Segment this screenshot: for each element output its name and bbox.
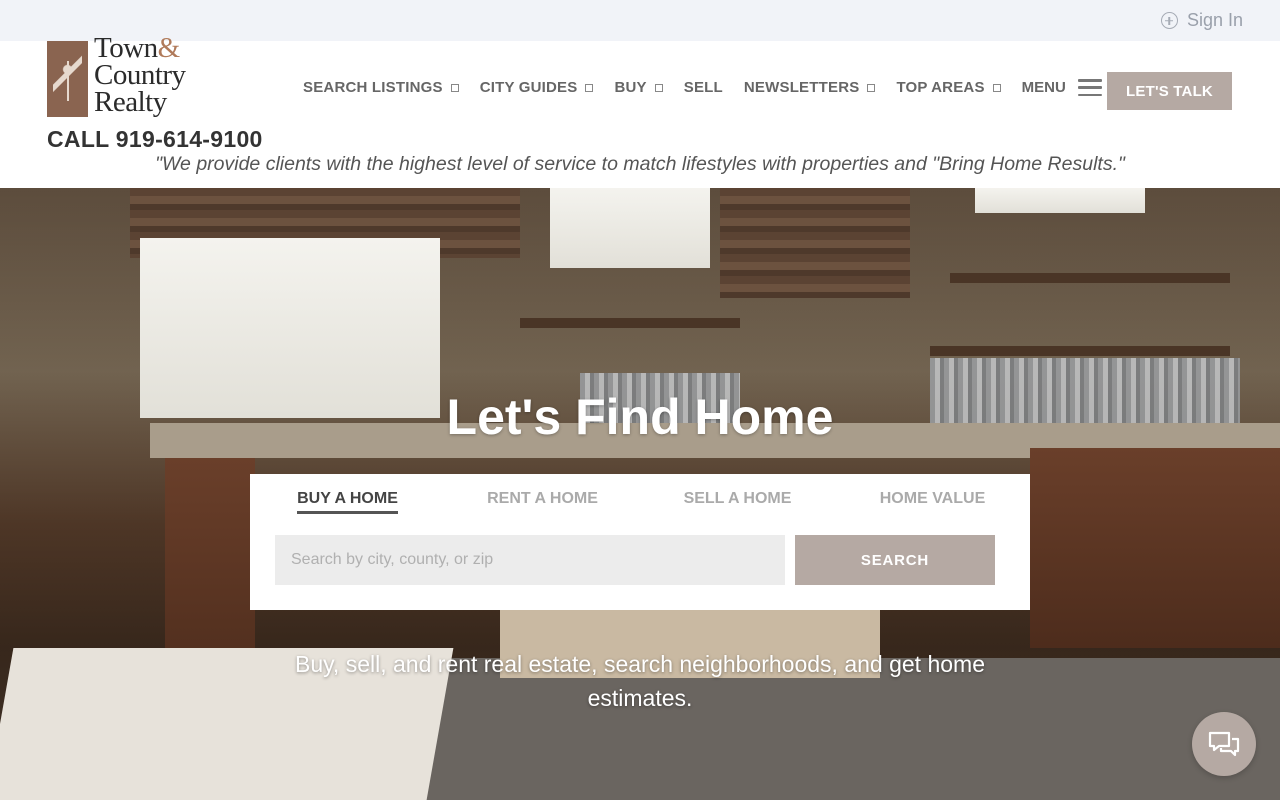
main-nav: SEARCH LISTINGS CITY GUIDES BUY SELL NEW… [303, 79, 1128, 96]
logo-line-2: Country [94, 59, 186, 91]
tab-label: HOME VALUE [879, 490, 986, 507]
logo-line-3: Realty [94, 86, 167, 118]
site-header: Town& Country Realty CALL 919-614-9100 S… [0, 34, 1280, 188]
utility-bar: Sign In [0, 0, 1280, 41]
nav-label: SELL [683, 79, 723, 96]
chevron-down-icon [450, 83, 459, 92]
phone-number[interactable]: CALL 919-614-9100 [47, 126, 263, 153]
lets-talk-button[interactable]: LET'S TALK [1107, 72, 1232, 110]
logo-emblem-icon [47, 41, 88, 117]
nav-sell[interactable]: SELL [684, 79, 723, 96]
menu-label: MENU [1021, 79, 1066, 96]
chevron-down-icon [992, 83, 1001, 92]
chat-bubbles-icon [1208, 731, 1240, 757]
nav-label: BUY [614, 79, 647, 96]
tab-buy-a-home[interactable]: BUY A HOME [250, 490, 445, 514]
tab-label: SELL A HOME [683, 490, 792, 507]
nav-label: NEWSLETTERS [743, 79, 860, 96]
nav-newsletters[interactable]: NEWSLETTERS [744, 79, 876, 96]
sign-in-link[interactable]: Sign In [1160, 10, 1243, 31]
nav-label: TOP AREAS [896, 79, 985, 96]
nav-search-listings[interactable]: SEARCH LISTINGS [303, 79, 459, 96]
chevron-down-icon [585, 83, 594, 92]
hero-section: Let's Find Home BUY A HOME RENT A HOME S… [0, 188, 1280, 800]
nav-label: CITY GUIDES [479, 79, 578, 96]
hero-subtitle: Buy, sell, and rent real estate, search … [294, 651, 985, 711]
chat-button[interactable] [1192, 712, 1256, 776]
menu-toggle[interactable]: MENU [1022, 79, 1102, 96]
tab-rent-a-home[interactable]: RENT A HOME [445, 490, 640, 514]
hamburger-icon [1077, 79, 1102, 96]
tagline: "We provide clients with the highest lev… [155, 153, 1125, 175]
search-card: BUY A HOME RENT A HOME SELL A HOME HOME … [250, 474, 1030, 610]
tab-home-value[interactable]: HOME VALUE [835, 490, 1030, 514]
nav-top-areas[interactable]: TOP AREAS [896, 79, 1001, 96]
hero-title: Let's Find Home [446, 389, 834, 445]
search-tabs: BUY A HOME RENT A HOME SELL A HOME HOME … [250, 490, 1030, 514]
tab-sell-a-home[interactable]: SELL A HOME [640, 490, 835, 514]
nav-city-guides[interactable]: CITY GUIDES [480, 79, 594, 96]
nav-buy[interactable]: BUY [614, 79, 663, 96]
tab-label: BUY A HOME [297, 490, 398, 514]
search-input[interactable] [275, 535, 785, 585]
chevron-down-icon [654, 83, 663, 92]
search-button[interactable]: SEARCH [795, 535, 995, 585]
plus-circle-icon [1160, 12, 1178, 29]
tab-label: RENT A HOME [487, 490, 598, 507]
sign-in-label: Sign In [1186, 10, 1243, 30]
logo-wordmark: Town& Country Realty [94, 34, 186, 118]
chevron-down-icon [867, 83, 876, 92]
nav-label: SEARCH LISTINGS [303, 79, 443, 96]
logo[interactable]: Town& Country Realty [47, 34, 207, 121]
